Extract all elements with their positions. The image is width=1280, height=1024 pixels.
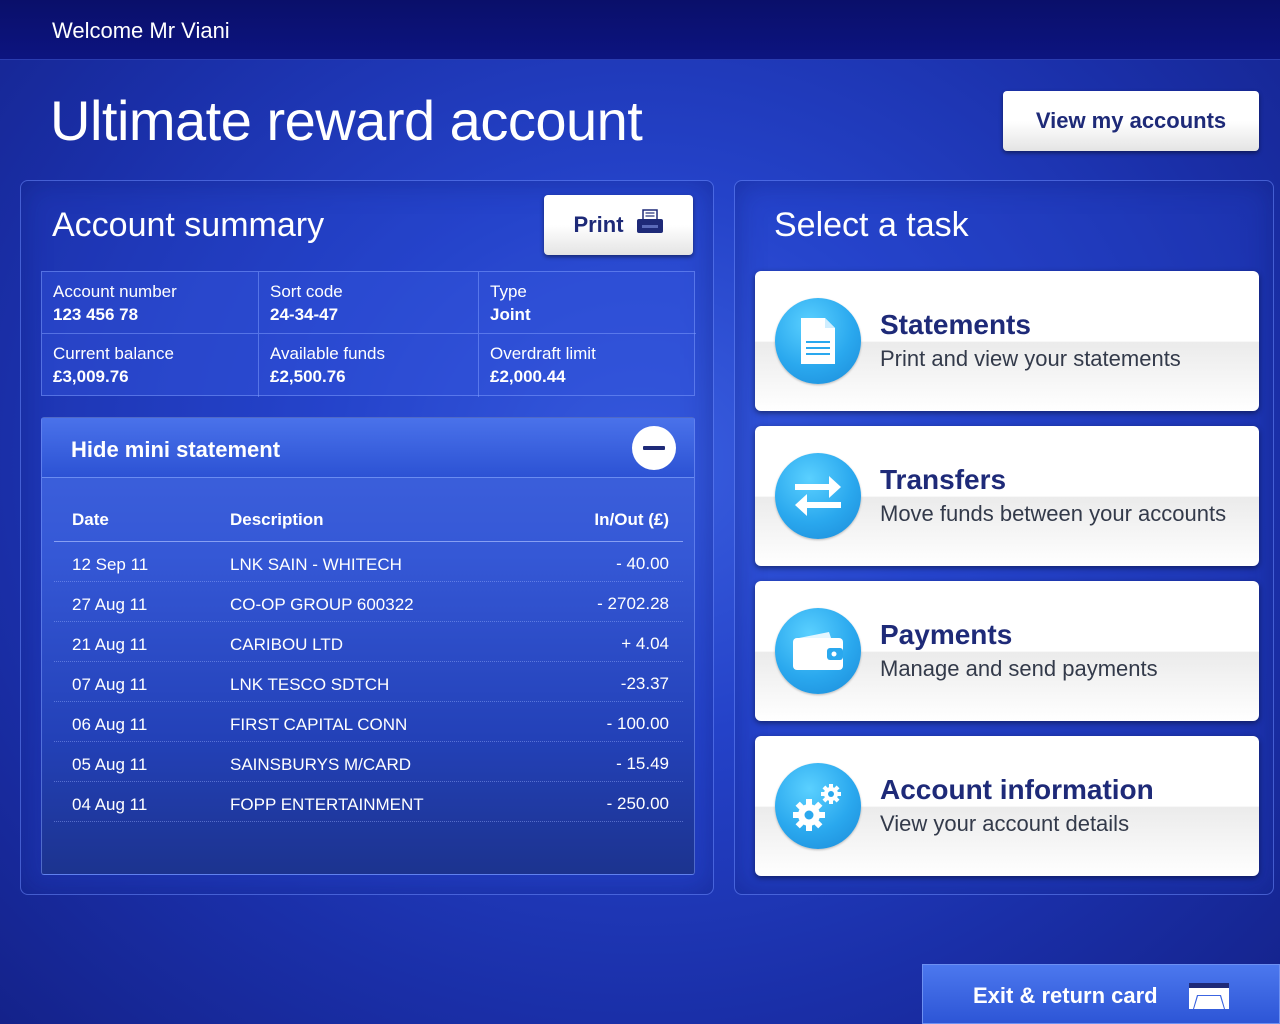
- row-description: LNK SAIN - WHITECH: [230, 555, 402, 574]
- print-label: Print: [573, 212, 624, 237]
- column-header-amount: In/Out (£): [594, 510, 669, 529]
- task-name: Statements: [880, 309, 1031, 340]
- welcome-message: Welcome Mr Viani: [52, 18, 230, 43]
- wallet-icon: [775, 608, 861, 694]
- task-name: Payments: [880, 619, 1013, 650]
- document-icon: [775, 298, 861, 384]
- row-date: 21 Aug 11: [72, 635, 148, 654]
- column-header-description: Description: [230, 510, 324, 529]
- exit-label: Exit & return card: [973, 983, 1158, 1008]
- row-amount: - 250.00: [606, 794, 669, 813]
- field-label: Available funds: [270, 344, 385, 363]
- account-summary-title: Account summary: [52, 206, 325, 244]
- field-value: 123 456 78: [53, 305, 139, 324]
- field-label: Type: [490, 282, 527, 301]
- task-description: Move funds between your accounts: [880, 501, 1227, 526]
- row-date: 04 Aug 11: [72, 795, 148, 814]
- page-title: Ultimate reward account: [50, 89, 643, 152]
- task-name: Account information: [880, 774, 1154, 805]
- row-amount: - 2702.28: [597, 594, 669, 613]
- statement-table: Date Description In/Out (£) 12 Sep 11 LN…: [54, 498, 683, 822]
- account-number-cell: Account number 123 456 78: [42, 272, 259, 334]
- task-payments-button[interactable]: Payments Manage and send payments: [755, 581, 1259, 721]
- print-button[interactable]: Print: [544, 195, 693, 255]
- row-date: 12 Sep 11: [72, 555, 149, 574]
- row-amount: -23.37: [620, 674, 669, 693]
- row-amount: - 100.00: [606, 714, 669, 733]
- task-statements-button[interactable]: Statements Print and view your statement…: [755, 271, 1259, 411]
- table-row: 12 Sep 11 LNK SAIN - WHITECH - 40.00: [54, 542, 683, 582]
- row-date: 06 Aug 11: [72, 715, 148, 734]
- row-description: FIRST CAPITAL CONN: [230, 715, 408, 734]
- row-amount: - 15.49: [616, 754, 669, 773]
- row-description: SAINSBURYS M/CARD: [230, 755, 412, 774]
- account-details-grid: Account number 123 456 78 Sort code 24-3…: [41, 271, 696, 397]
- field-value: £2,500.76: [270, 367, 346, 386]
- select-task-title: Select a task: [774, 206, 969, 244]
- field-label: Sort code: [270, 282, 343, 301]
- sort-code-cell: Sort code 24-34-47: [259, 272, 479, 334]
- available-funds-cell: Available funds £2,500.76: [259, 334, 479, 397]
- field-label: Account number: [53, 282, 177, 301]
- row-date: 27 Aug 11: [72, 595, 148, 614]
- table-row: 05 Aug 11 SAINSBURYS M/CARD - 15.49: [54, 742, 683, 782]
- view-my-accounts-button[interactable]: View my accounts: [1003, 91, 1259, 151]
- current-balance-cell: Current balance £3,009.76: [42, 334, 259, 397]
- field-value: £2,000.44: [490, 367, 566, 386]
- view-my-accounts-label: View my accounts: [1035, 108, 1227, 133]
- task-description: Manage and send payments: [880, 656, 1158, 681]
- row-description: FOPP ENTERTAINMENT: [230, 795, 424, 814]
- transfer-arrows-icon: [775, 453, 861, 539]
- task-transfers-button[interactable]: Transfers Move funds between your accoun…: [755, 426, 1259, 566]
- column-header-date: Date: [72, 510, 109, 529]
- row-description: LNK TESCO SDTCH: [230, 675, 390, 694]
- row-amount: - 40.00: [616, 554, 669, 573]
- card-slot-icon: [1187, 979, 1231, 1016]
- row-description: CO-OP GROUP 600322: [230, 595, 414, 614]
- table-row: 07 Aug 11 LNK TESCO SDTCH -23.37: [54, 662, 683, 702]
- field-value: £3,009.76: [53, 367, 129, 386]
- task-name: Transfers: [880, 464, 1007, 495]
- hide-mini-statement-toggle[interactable]: Hide mini statement: [42, 418, 694, 478]
- mini-statement-toggle-label: Hide mini statement: [71, 437, 281, 462]
- row-description: CARIBOU LTD: [230, 635, 344, 654]
- field-label: Overdraft limit: [490, 344, 596, 363]
- task-description: Print and view your statements: [880, 346, 1181, 371]
- table-header-row: Date Description In/Out (£): [54, 498, 683, 542]
- top-bar: Welcome Mr Viani: [0, 0, 1280, 60]
- table-row: 04 Aug 11 FOPP ENTERTAINMENT - 250.00: [54, 782, 683, 822]
- exit-return-card-button[interactable]: Exit & return card: [922, 964, 1280, 1024]
- table-row: 06 Aug 11 FIRST CAPITAL CONN - 100.00: [54, 702, 683, 742]
- row-date: 05 Aug 11: [72, 755, 148, 774]
- account-type-cell: Type Joint: [479, 272, 696, 334]
- printer-icon: [636, 209, 664, 241]
- minus-icon[interactable]: [632, 426, 676, 470]
- table-row: 21 Aug 11 CARIBOU LTD + 4.04: [54, 622, 683, 662]
- mini-statement: Hide mini statement Date Description In/…: [41, 417, 695, 875]
- task-account-information-button[interactable]: Account information View your account de…: [755, 736, 1259, 876]
- row-amount: + 4.04: [621, 634, 669, 653]
- table-row: 27 Aug 11 CO-OP GROUP 600322 - 2702.28: [54, 582, 683, 622]
- field-value: 24-34-47: [270, 305, 339, 324]
- overdraft-limit-cell: Overdraft limit £2,000.44: [479, 334, 696, 397]
- gears-icon: [775, 763, 861, 849]
- field-label: Current balance: [53, 344, 174, 363]
- task-description: View your account details: [880, 811, 1130, 836]
- row-date: 07 Aug 11: [72, 675, 148, 694]
- field-value: Joint: [490, 305, 531, 324]
